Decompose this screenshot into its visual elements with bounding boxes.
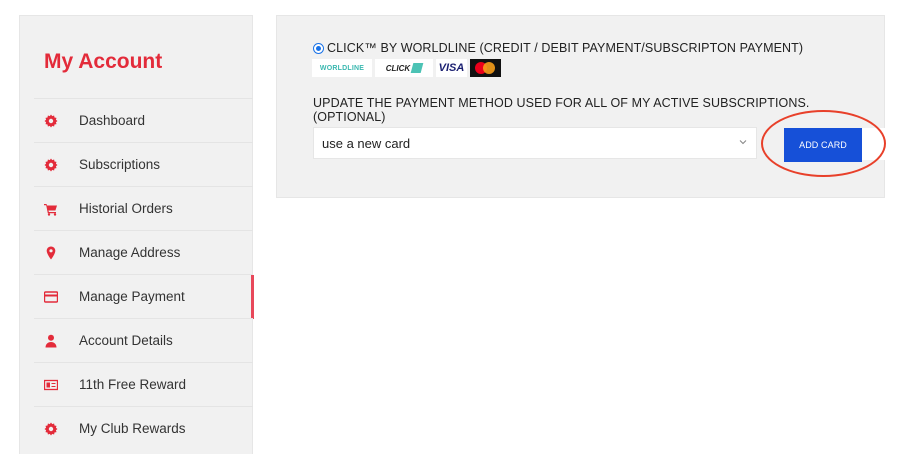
sidebar-item-account-details[interactable]: Account Details	[34, 318, 253, 362]
payment-method-radio[interactable]	[313, 42, 324, 54]
sidebar-item-label: Historial Orders	[79, 201, 173, 216]
sidebar-item-label: Manage Address	[79, 245, 181, 260]
sidebar-item-manage-payment[interactable]: Manage Payment	[34, 274, 254, 319]
add-card-button[interactable]: ADD CARD	[784, 128, 862, 162]
sidebar-item-label: Dashboard	[79, 113, 146, 128]
payment-logos: WORLDLINE CLICK VISA	[312, 59, 501, 77]
credit-card-icon	[44, 290, 58, 304]
sidebar-item-dashboard[interactable]: Dashboard	[34, 98, 253, 142]
payment-method-option[interactable]: CLICK™ BY WORLDLINE (CREDIT / DEBIT PAYM…	[313, 41, 803, 55]
gear-icon	[44, 158, 58, 172]
gear-icon	[44, 422, 58, 436]
sidebar-item-label: Subscriptions	[79, 157, 161, 172]
cart-icon	[44, 202, 58, 216]
divider	[862, 128, 886, 160]
sidebar-title: My Account	[44, 50, 163, 73]
gear-icon	[44, 114, 58, 128]
sidebar-item-label: Manage Payment	[79, 289, 185, 304]
payment-panel: CLICK™ BY WORLDLINE (CREDIT / DEBIT PAYM…	[276, 15, 886, 198]
sidebar-item-manage-address[interactable]: Manage Address	[34, 230, 253, 274]
visa-logo: VISA	[436, 59, 467, 77]
click-logo-text: CLICK	[385, 63, 411, 73]
sidebar-item-label: 11th Free Reward	[79, 377, 187, 392]
card-select-value: use a new card	[322, 135, 411, 151]
map-pin-icon	[44, 246, 58, 260]
sidebar-item-label: Account Details	[79, 333, 173, 348]
payment-method-label: CLICK™ BY WORLDLINE (CREDIT / DEBIT PAYM…	[327, 41, 804, 55]
ticket-icon	[44, 378, 58, 392]
worldline-logo: WORLDLINE	[312, 59, 372, 77]
sidebar-nav: Dashboard Subscriptions Historial Orders…	[20, 98, 254, 450]
card-select[interactable]: use a new card	[313, 127, 757, 159]
user-icon	[44, 334, 58, 348]
sidebar-item-subscriptions[interactable]: Subscriptions	[34, 142, 253, 186]
click-logo: CLICK	[375, 59, 433, 77]
chevron-down-icon	[739, 140, 747, 145]
sidebar-item-free-reward[interactable]: 11th Free Reward	[34, 362, 253, 406]
sidebar-item-club-rewards[interactable]: My Club Rewards	[34, 406, 253, 450]
account-sidebar: My Account Dashboard Subscriptions Histo…	[19, 15, 254, 454]
sidebar-item-historial-orders[interactable]: Historial Orders	[34, 186, 253, 230]
update-subscriptions-text: UPDATE THE PAYMENT METHOD USED FOR ALL O…	[313, 96, 810, 124]
mastercard-logo	[470, 59, 501, 77]
click-tick-icon	[410, 63, 424, 73]
sidebar-item-label: My Club Rewards	[79, 421, 186, 436]
